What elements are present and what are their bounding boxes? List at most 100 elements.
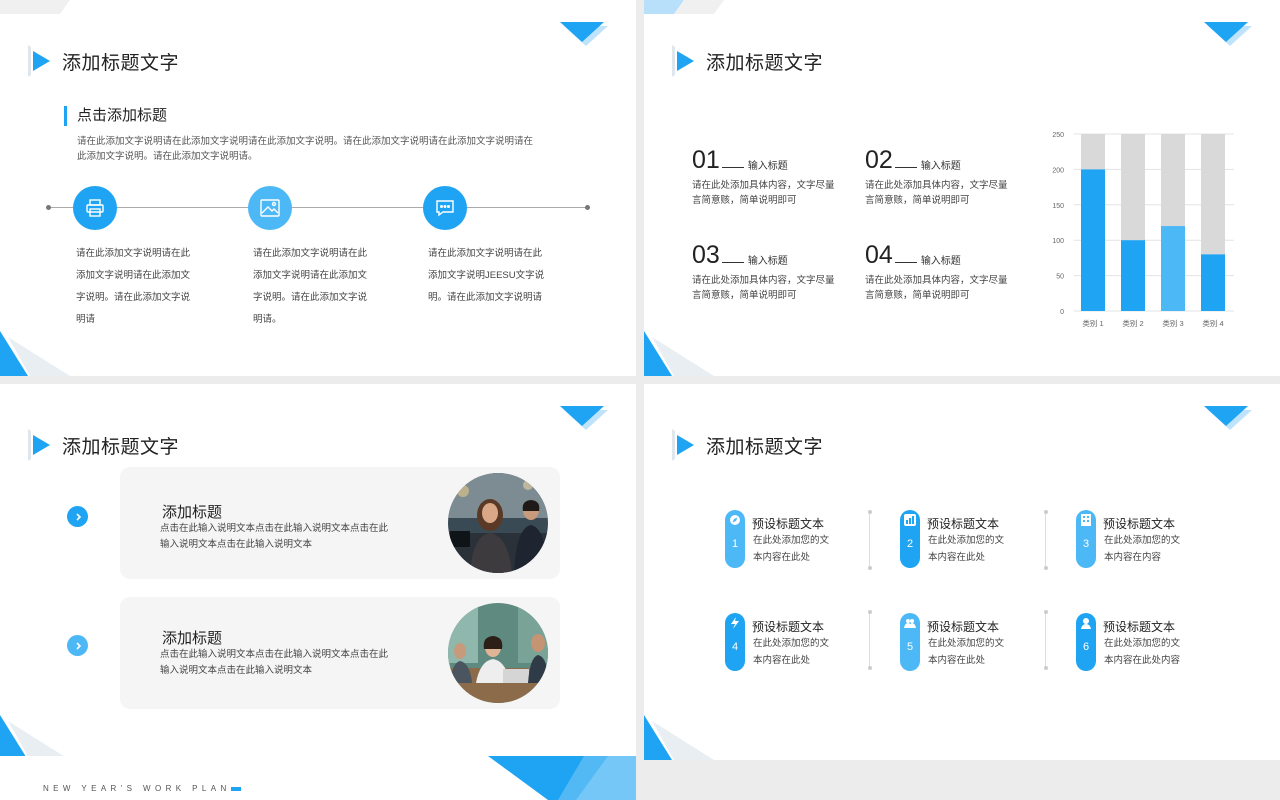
bar-segment-remainder [1201, 134, 1225, 255]
card-text: 点击在此输入说明文本点击在此输入说明文本点击在此输入说明文本点击在此输入说明文本 [160, 649, 389, 676]
slide-title: 添加标题文字 [672, 44, 823, 78]
timeline-dot [46, 205, 51, 210]
y-tick-label: 200 [1052, 167, 1064, 174]
footer-tagline: NEW YEAR'S WORK PLAN [43, 784, 231, 793]
user-icon [1076, 613, 1096, 633]
item-number: 3 [1082, 538, 1090, 550]
number-pill: 2 [900, 510, 920, 568]
item-text: 在此处添加您的文本内容在此处 [928, 535, 1005, 563]
numbered-item: 01 输入标题 请在此处添加具体内容，文字尽量言简意赅，简单说明即可 [692, 146, 852, 208]
chat-icon [423, 186, 467, 230]
number-pill: 5 [900, 613, 920, 671]
number-pill: 6 [1076, 613, 1096, 671]
subtitle: 点击添加标题 [64, 106, 167, 126]
bar-segment-remainder [1121, 134, 1145, 241]
corner-triangle [560, 22, 604, 42]
item-label: 输入标题 [920, 161, 961, 172]
bar-segment-value [1081, 169, 1105, 311]
feature-item: 4 预设标题文本 在此处添加您的文本内容在此处 [725, 613, 875, 683]
corner-triangle [1204, 406, 1248, 426]
item-text: 在此处添加您的文本内容在此处内容 [1104, 638, 1181, 666]
title-text: 添加标题文字 [62, 436, 180, 458]
x-tick-label: 类别 2 [1122, 318, 1143, 328]
x-tick-label: 类别 4 [1202, 318, 1223, 328]
accent-bar [231, 787, 241, 791]
timeline-dot [585, 205, 590, 210]
photo-office-meeting [448, 473, 548, 573]
photo-office-meeting [448, 603, 548, 703]
item-label: 输入标题 [747, 161, 788, 172]
chart-icon [900, 510, 920, 530]
number-pill: 1 [725, 510, 745, 568]
item-number: 03 [692, 241, 720, 269]
slide-title: 添加标题文字 [28, 428, 179, 462]
title-text: 添加标题文字 [706, 52, 824, 74]
corner-decoration [644, 0, 724, 14]
bar-chart: 0 50 100 150 200 250 类别 1 类别 2 类别 3 类别 4 [1052, 132, 1234, 328]
item-title: 预设标题文本 [1103, 517, 1176, 531]
play-icon [672, 429, 694, 461]
content-card: 添加标题 点击在此输入说明文本点击在此输入说明文本点击在此输入说明文本点击在此输… [120, 597, 560, 709]
item-body: 请在此处添加具体内容，文字尽量言简意赅，简单说明即可 [692, 180, 835, 206]
item-title: 预设标题文本 [752, 620, 825, 634]
bar-segment-value [1201, 254, 1225, 311]
item-title: 预设标题文本 [927, 517, 1000, 531]
card-title: 添加标题 [162, 504, 223, 521]
feature-item: 1 预设标题文本 在此处添加您的文本内容在此处 [725, 510, 875, 580]
corner-triangle [560, 406, 604, 426]
play-icon [672, 45, 694, 77]
chevron-right-icon[interactable] [67, 635, 88, 656]
item-text: 在此处添加您的文本内容在此处 [753, 535, 830, 563]
number-pill: 4 [725, 613, 745, 671]
play-icon [28, 45, 50, 77]
play-icon [28, 429, 50, 461]
content-card: 添加标题 点击在此输入说明文本点击在此输入说明文本点击在此输入说明文本点击在此输… [120, 467, 560, 579]
item-body: 请在此处添加具体内容，文字尽量言简意赅，简单说明即可 [692, 275, 835, 301]
bar-segment-remainder [1161, 134, 1185, 227]
corner-triangle [1204, 22, 1248, 42]
corner-decoration [644, 715, 714, 760]
item-title: 预设标题文本 [1103, 620, 1176, 634]
y-tick-label: 150 [1052, 203, 1064, 210]
feature-item: 6 预设标题文本 在此处添加您的文本内容在此处内容 [1076, 613, 1226, 683]
y-tick-label: 250 [1052, 132, 1064, 139]
corner-decoration [0, 331, 70, 376]
card-text: 点击在此输入说明文本点击在此输入说明文本点击在此输入说明文本点击在此输入说明文本 [160, 523, 389, 550]
y-tick-label: 50 [1056, 274, 1064, 281]
item-number: 02 [865, 146, 893, 174]
chevron-right-icon[interactable] [67, 506, 88, 527]
x-tick-label: 类别 1 [1082, 318, 1103, 328]
description: 请在此添加文字说明请在此添加文字说明请在此添加文字说明。请在此添加文字说明请在此… [77, 136, 534, 162]
corner-decoration [0, 715, 70, 760]
numbered-item: 04 输入标题 请在此处添加具体内容，文字尽量言简意赅，简单说明即可 [865, 241, 1025, 303]
column-text: 请在此添加文字说明请在此添加文字说明请在此添加文字说明。请在此添加文字说明请。 [253, 248, 368, 325]
corner-decoration [644, 331, 714, 376]
item-number: 1 [731, 538, 739, 550]
item-label: 输入标题 [747, 256, 788, 267]
item-number: 01 [692, 146, 720, 174]
item-text: 在此处添加您的文本内容在此处 [753, 638, 830, 666]
item-number: 4 [731, 641, 739, 653]
item-number: 6 [1082, 641, 1090, 653]
item-title: 预设标题文本 [927, 620, 1000, 634]
y-tick-label: 0 [1060, 309, 1064, 316]
item-label: 输入标题 [920, 256, 961, 267]
number-pill: 3 [1076, 510, 1096, 568]
item-text: 在此处添加您的文本内容在此处 [928, 638, 1005, 666]
corner-decoration [488, 756, 636, 800]
numbered-item: 02 输入标题 请在此处添加具体内容，文字尽量言简意赅，简单说明即可 [865, 146, 1025, 208]
feature-item: 3 预设标题文本 在此处添加您的文本内容在内容 [1076, 510, 1226, 580]
image-icon [248, 186, 292, 230]
timeline-line [48, 207, 588, 208]
slide-2: 添加标题文字 01 输入标题 请在此处添加具体内容，文字尽量言简意赅，简单说明即可… [644, 0, 1280, 376]
slide-title: 添加标题文字 [672, 428, 823, 462]
bar-segment-value [1161, 226, 1185, 311]
title-text: 添加标题文字 [706, 436, 824, 458]
numbered-item: 03 输入标题 请在此处添加具体内容，文字尽量言简意赅，简单说明即可 [692, 241, 852, 303]
slide-4: 添加标题文字 1 预设标题文本 在此处添加您的文本内容在此处 2 预设标题文本 … [644, 384, 1280, 760]
people-icon [900, 613, 920, 633]
column-text: 请在此添加文字说明请在此添加文字说明JEESU文字说明。请在此添加文字说明请 [428, 248, 545, 303]
bar-segment-remainder [1081, 134, 1105, 170]
x-tick-label: 类别 3 [1162, 318, 1183, 328]
bolt-icon [725, 613, 745, 633]
